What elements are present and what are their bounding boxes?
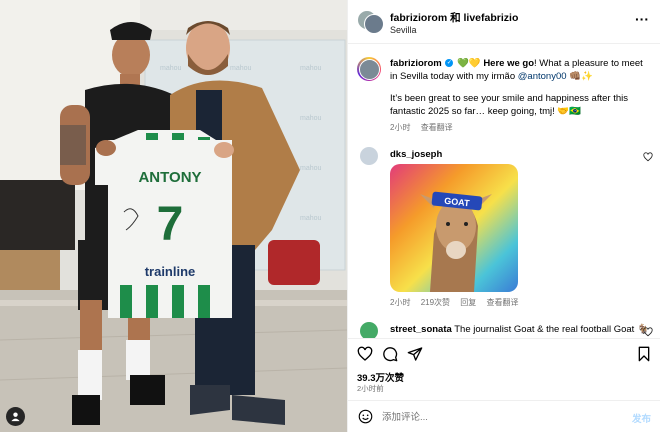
svg-text:mahou: mahou [300,165,322,172]
post-comment-button[interactable]: 发布 [632,411,651,425]
svg-text:mahou: mahou [160,65,182,72]
heart-icon[interactable] [643,152,653,162]
caption-body: It’s been great to see your smile and ha… [390,93,628,117]
caption-prefix: 💚💛 [457,58,484,69]
caption-time: 2小时 [390,123,411,132]
comment: street_sonata The journalist Goat & the … [390,324,649,335]
heart-icon[interactable] [643,327,653,337]
user-tag-button[interactable] [6,407,25,426]
svg-text:mahou: mahou [300,115,322,122]
emoji-icon[interactable] [358,409,373,424]
comment-input[interactable] [382,408,612,426]
avatar[interactable] [357,57,381,81]
see-translation-link[interactable]: 查看翻译 [487,298,519,307]
post-time: 2小时前 [357,384,384,393]
action-bar [348,338,660,368]
post-location[interactable]: Sevilla [390,25,417,35]
see-translation-link[interactable]: 查看翻译 [421,123,453,132]
comments-feed[interactable]: fabriziorom ✓ 💚💛 Here we go! What a plea… [348,44,660,338]
reply-link[interactable]: 回复 [460,298,476,307]
post-authors[interactable]: fabriziorom 和 livefabrizio [390,10,518,25]
post-header: fabriziorom 和 livefabrizio Sevilla ··· [348,0,660,44]
jersey-sponsor: trainline [145,264,196,279]
heart-icon[interactable] [357,346,373,362]
more-icon[interactable]: ··· [635,12,649,26]
caption-highlight: Here we go [483,58,534,69]
avatar[interactable] [360,322,378,338]
caption-meta: 2小时 查看翻译 [390,122,461,133]
jersey-number: 7 [157,198,184,251]
comment-meta: 2小时 219次赞 回复 查看翻译 [390,297,527,308]
photo-illustration: mahoumahoumahou mahoumahou mahoumahou [0,0,347,432]
user-tag-icon [11,412,20,422]
post-photo[interactable]: mahoumahoumahou mahoumahou mahoumahou [0,0,347,432]
caption: fabriziorom ✓ 💚💛 Here we go! What a plea… [390,58,652,118]
avatar[interactable] [364,14,384,34]
comment-likes[interactable]: 219次赞 [421,298,450,307]
svg-text:mahou: mahou [300,65,322,72]
caption-line1-end: 👊🏽✨ [566,70,593,82]
svg-text:mahou: mahou [300,215,322,222]
verified-icon: ✓ [445,59,454,68]
share-icon[interactable] [407,346,423,362]
post-sidebar: fabriziorom 和 livefabrizio Sevilla ··· f… [347,0,660,432]
comment-username[interactable]: dks_joseph [390,149,442,160]
jersey-name: ANTONY [138,169,201,186]
avatar[interactable] [360,147,378,165]
comment-time: 2小时 [390,298,411,307]
comment-icon[interactable] [382,346,398,362]
comment-image[interactable]: GOAT [390,164,518,292]
goat-image: GOAT [390,164,518,292]
bookmark-icon[interactable] [636,346,652,362]
svg-text:mahou: mahou [230,65,252,72]
instagram-post: mahoumahoumahou mahoumahou mahoumahou [0,0,660,432]
comment-username[interactable]: street_sonata [390,324,452,335]
comment-text: The journalist Goat & the real football … [454,324,649,335]
caption-username[interactable]: fabriziorom [390,58,442,69]
like-count[interactable]: 39.3万次赞 [357,370,404,384]
comment-bar: 发布 [348,400,660,432]
mention-link[interactable]: @antony00 [518,71,567,82]
